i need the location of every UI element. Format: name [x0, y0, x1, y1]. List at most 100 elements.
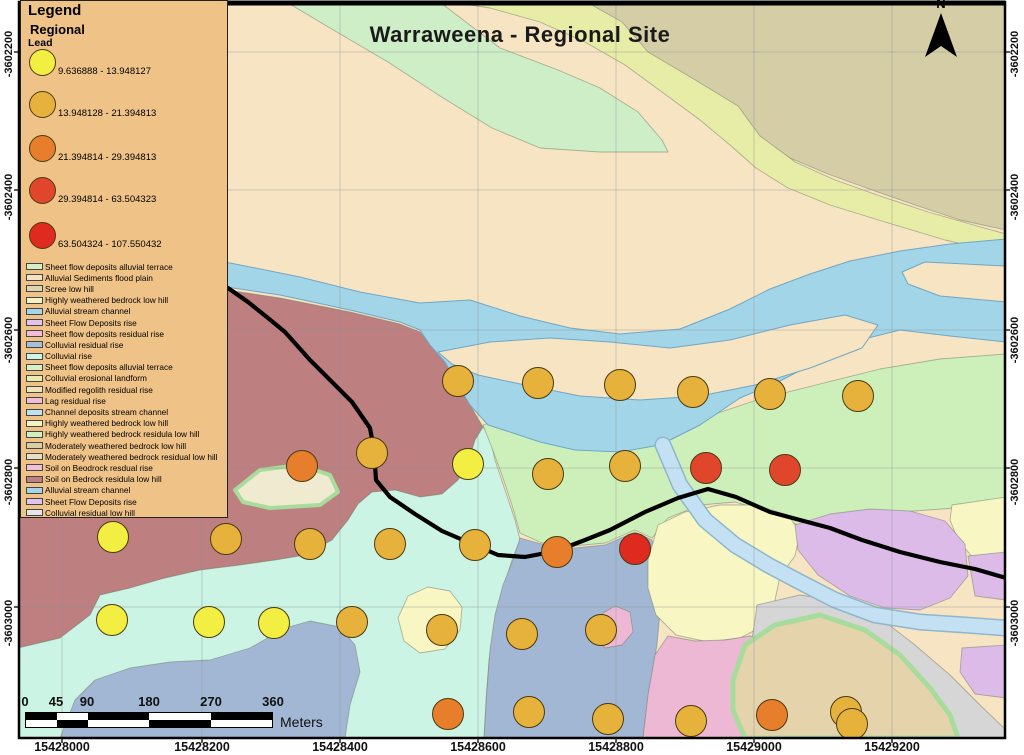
unit-label: Soil on Bedrock residula low hill	[45, 474, 162, 485]
map-document: N Warraweena - Regional Site Legend Regi…	[0, 0, 1024, 755]
lead-site-point[interactable]	[506, 618, 538, 650]
legend-unit-item: Colluvial residual rise	[26, 339, 225, 350]
unit-color-swatch	[26, 430, 43, 438]
unit-color-swatch	[26, 453, 43, 461]
unit-color-swatch	[26, 307, 43, 315]
lead-site-point[interactable]	[97, 521, 129, 553]
coordinate-label: 15428400	[312, 740, 368, 754]
unit-color-swatch	[26, 274, 43, 282]
unit-label: Sheet Flow Deposits rise	[45, 317, 137, 328]
unit-color-swatch	[26, 319, 43, 327]
lead-class-range: 21.394814 - 29.394813	[58, 152, 157, 163]
lead-site-point[interactable]	[842, 380, 874, 412]
scale-bar-graphic	[25, 712, 273, 728]
legend-unit-item: Alluvial stream channel	[26, 306, 225, 317]
legend-unit-item: Highly weathered bedrock low hill	[26, 418, 225, 429]
lead-site-point[interactable]	[619, 533, 651, 565]
coordinate-label: 15428200	[174, 740, 230, 754]
lead-site-point[interactable]	[609, 450, 641, 482]
lead-site-point[interactable]	[452, 448, 484, 480]
lead-site-point[interactable]	[513, 696, 545, 728]
scale-bar-segment	[56, 720, 88, 727]
lead-class-range: 29.394814 - 63.504323	[58, 194, 157, 205]
lead-site-point[interactable]	[604, 369, 636, 401]
lead-site-point[interactable]	[426, 614, 458, 646]
lead-site-point[interactable]	[690, 452, 722, 484]
legend-unit-item: Sheet flow deposits alluvial terrace	[26, 261, 225, 272]
legend-unit-item: Moderately weathered bedrock residual lo…	[26, 451, 225, 462]
scale-bar-number: 90	[79, 694, 95, 709]
unit-color-swatch	[26, 509, 43, 517]
unit-label: Sheet flow deposits residual rise	[45, 328, 164, 339]
scale-bar-segment	[87, 713, 149, 720]
scale-bar-number: 0	[21, 694, 29, 709]
unit-color-swatch	[26, 352, 43, 360]
unit-label: Lag residual rise	[45, 395, 106, 406]
unit-label: Soil on Beodrock resdual rise	[45, 462, 153, 473]
unit-color-swatch	[26, 341, 43, 349]
lead-site-point[interactable]	[541, 536, 573, 568]
unit-color-swatch	[26, 330, 43, 338]
legend-class-item: 21.394814 - 29.394813	[29, 135, 157, 163]
lead-site-point[interactable]	[356, 437, 388, 469]
lead-site-point[interactable]	[675, 705, 707, 737]
lead-site-point[interactable]	[459, 529, 491, 561]
coordinate-label: 15428600	[450, 740, 506, 754]
lead-site-point[interactable]	[592, 703, 624, 735]
legend-group-label: Regional	[30, 22, 85, 37]
coordinate-label: 15429200	[864, 740, 920, 754]
unit-label: Highly weathered bedrock low hill	[45, 418, 169, 429]
legend-unit-item: Colluvial residual low hill	[26, 507, 225, 518]
legend-unit-item: Sheet Flow Deposits rise	[26, 496, 225, 507]
unit-label: Highly weathered bedrock low hill	[45, 295, 169, 306]
lead-site-point[interactable]	[336, 606, 368, 638]
lead-site-point[interactable]	[286, 450, 318, 482]
legend-unit-item: Channel deposits stream channel	[26, 406, 225, 417]
coordinate-label: -3602200	[1009, 30, 1021, 78]
scale-bar-segment	[210, 720, 272, 727]
unit-color-swatch	[26, 475, 43, 483]
unit-label: Moderately weathered bedrock residual lo…	[45, 451, 218, 462]
lead-site-point[interactable]	[754, 378, 786, 410]
lead-class-symbol	[29, 177, 56, 204]
unit-color-swatch	[26, 397, 43, 405]
unit-color-swatch	[26, 363, 43, 371]
unit-label: Colluvial residual rise	[45, 339, 124, 350]
unit-color-swatch	[26, 442, 43, 450]
unit-label: Colluvial rise	[45, 351, 93, 362]
lead-site-point[interactable]	[585, 614, 617, 646]
lead-site-point[interactable]	[258, 607, 290, 639]
unit-label: Modified regolith residual rise	[45, 384, 153, 395]
legend-unit-item: Highly weathered bedrock residula low hi…	[26, 429, 225, 440]
lead-site-point[interactable]	[210, 523, 242, 555]
coordinate-label: -3603000	[1009, 599, 1021, 647]
lead-site-point[interactable]	[677, 376, 709, 408]
unit-label: Moderately weathered bedrock low hill	[45, 440, 187, 451]
lead-site-point[interactable]	[432, 698, 464, 730]
unit-color-swatch	[26, 296, 43, 304]
unit-label: Alluvial Sediments flood plain	[45, 272, 153, 283]
legend-unit-item: Moderately weathered bedrock low hill	[26, 440, 225, 451]
lead-site-point[interactable]	[756, 699, 788, 731]
legend-unit-item: Scree low hill	[26, 283, 225, 294]
lead-site-point[interactable]	[769, 454, 801, 486]
lead-site-point[interactable]	[294, 528, 326, 560]
coordinate-label: -3602800	[3, 458, 15, 506]
lead-class-range: 9.636888 - 13.948127	[58, 66, 151, 77]
coordinate-label: -3602200	[3, 30, 15, 78]
lead-site-point[interactable]	[836, 708, 868, 740]
legend-title: Legend	[28, 2, 82, 19]
scale-bar-segment	[56, 713, 88, 720]
unit-label: Colluvial erosional landform	[45, 373, 147, 384]
legend-class-item: 29.394814 - 63.504323	[29, 177, 157, 205]
unit-color-swatch	[26, 419, 43, 427]
legend-unit-item: Lag residual rise	[26, 395, 225, 406]
lead-site-point[interactable]	[96, 604, 128, 636]
lead-site-point[interactable]	[374, 528, 406, 560]
lead-site-point[interactable]	[532, 458, 564, 490]
legend-unit-item: Soil on Beodrock resdual rise	[26, 462, 225, 473]
lead-site-point[interactable]	[193, 606, 225, 638]
lead-site-point[interactable]	[522, 367, 554, 399]
lead-class-symbol	[29, 49, 56, 76]
lead-site-point[interactable]	[442, 365, 474, 397]
